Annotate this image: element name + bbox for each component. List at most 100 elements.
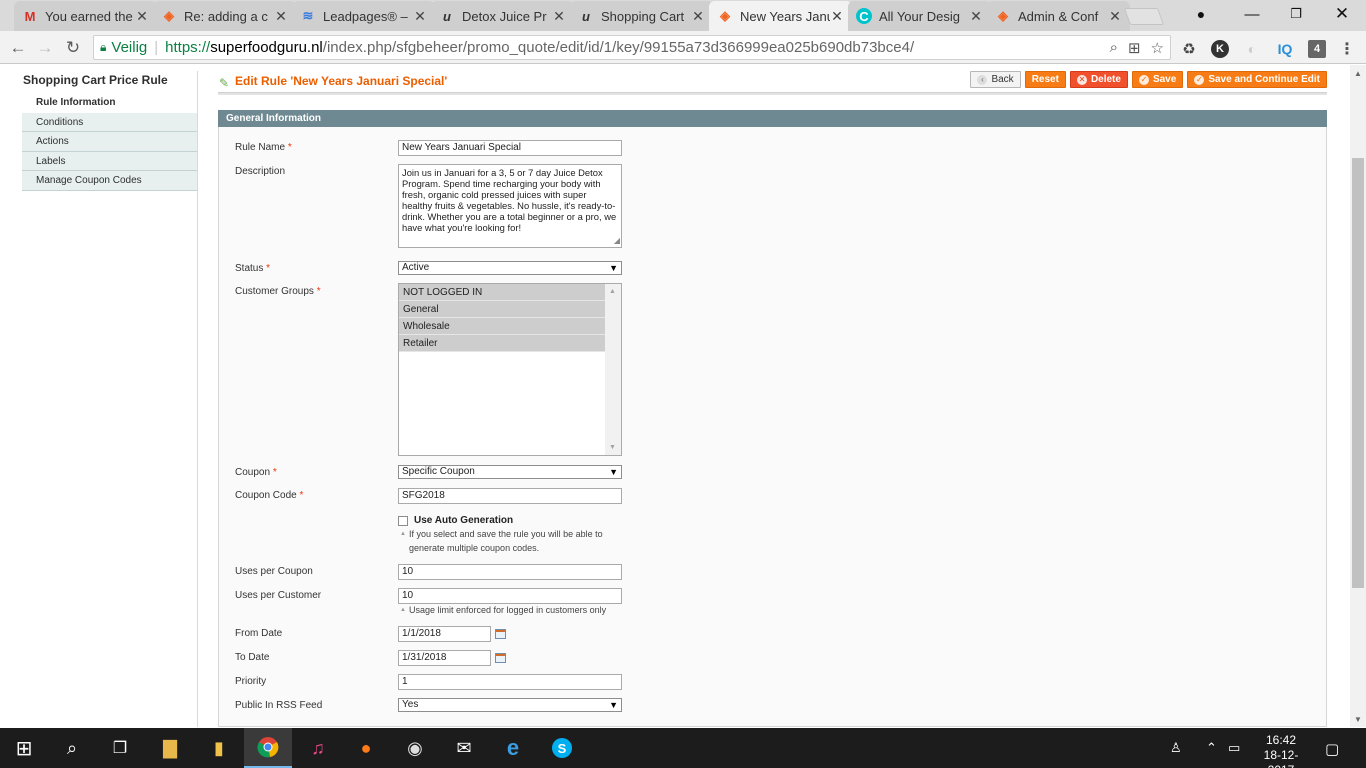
translate-icon[interactable]: ⊞ (1128, 39, 1141, 57)
recycle-icon[interactable]: ♻ (1180, 40, 1198, 58)
firefox-icon[interactable]: ● (342, 728, 390, 768)
zoom-icon[interactable]: ⌕ (1110, 39, 1118, 57)
webcam-icon[interactable]: ◉ (391, 728, 439, 768)
customer-group-option[interactable]: Wholesale (399, 318, 605, 335)
scroll-down-icon[interactable]: ▼ (1350, 711, 1366, 727)
customer-group-option[interactable]: NOT LOGGED IN (399, 284, 605, 301)
reload-icon[interactable]: ↻ (62, 37, 84, 59)
multiselect-scrollbar[interactable]: ▲ ▼ (605, 284, 621, 455)
tab-new-years[interactable]: ◈ New Years Janu ✕ (709, 1, 852, 31)
restore-icon[interactable]: ❐ (1274, 0, 1318, 28)
file-explorer-icon[interactable]: ▇ (146, 728, 194, 768)
scroll-down-icon[interactable]: ▼ (609, 444, 616, 451)
description-textarea[interactable]: Join us in Januari for a 3, 5 or 7 day J… (398, 164, 622, 248)
coupon-code-input[interactable]: SFG2018 (398, 488, 622, 504)
delete-button[interactable]: ✕ Delete (1069, 71, 1128, 88)
tab-leadpages[interactable]: ≋ Leadpages® – ✕ (292, 1, 435, 31)
tab-canva[interactable]: C All Your Desig ✕ (848, 1, 991, 31)
magento-icon: ◈ (720, 8, 730, 23)
uses-per-coupon-input[interactable]: 10 (398, 564, 622, 580)
minimize-icon[interactable]: — (1230, 0, 1274, 28)
page-scrollbar[interactable]: ▲ ▼ (1350, 65, 1366, 727)
scroll-up-icon[interactable]: ▲ (1350, 65, 1366, 81)
profile-icon[interactable]: ● (1179, 0, 1223, 28)
magento-icon: ◈ (164, 8, 174, 23)
rule-name-input[interactable]: New Years Januari Special (398, 140, 622, 156)
uses-per-customer-label: Uses per Customer (235, 590, 322, 601)
close-tab-icon[interactable]: ✕ (969, 8, 983, 25)
forward-arrow-icon[interactable]: → (34, 37, 56, 59)
chrome-taskbar-icon[interactable] (244, 728, 292, 768)
skype-icon[interactable]: S (538, 728, 586, 768)
tab-admin-config[interactable]: ◈ Admin & Conf ✕ (987, 1, 1130, 31)
u-icon: u (582, 8, 590, 24)
bookmark-star-icon[interactable]: ☆ (1151, 39, 1164, 57)
customer-group-option[interactable]: General (399, 301, 605, 318)
scroll-up-icon[interactable]: ▲ (609, 288, 616, 295)
sidebar-item-actions[interactable]: Actions (22, 132, 198, 152)
tab-detox-juice[interactable]: u Detox Juice Pr ✕ (431, 1, 574, 31)
file-icon[interactable]: ▮ (195, 728, 243, 768)
status-label: Status * (235, 263, 271, 274)
back-arrow-icon[interactable]: ← (7, 37, 29, 59)
chevron-down-icon: ▼ (609, 263, 618, 273)
rss-feed-select[interactable]: Yes ▼ (398, 698, 622, 712)
save-button[interactable]: ✓ Save (1131, 71, 1184, 88)
back-button[interactable]: ‹ Back (970, 71, 1021, 88)
close-tab-icon[interactable]: ✕ (413, 8, 427, 25)
priority-input[interactable]: 1 (398, 674, 622, 690)
save-continue-button[interactable]: ✓ Save and Continue Edit (1187, 71, 1327, 88)
mail-icon[interactable]: ✉ (440, 728, 488, 768)
calendar-icon[interactable] (495, 629, 506, 639)
customer-groups-multiselect[interactable]: NOT LOGGED IN General Wholesale Retailer… (398, 283, 622, 456)
close-tab-icon[interactable]: ✕ (691, 8, 705, 25)
sidebar-item-manage-coupon-codes[interactable]: Manage Coupon Codes (22, 171, 198, 191)
extension-iq-icon[interactable]: IQ (1273, 40, 1297, 58)
uses-per-coupon-label: Uses per Coupon (235, 566, 313, 577)
required-marker: * (316, 286, 321, 297)
itunes-icon[interactable]: ♫ (294, 728, 342, 768)
sidebar-title: Shopping Cart Price Rule (23, 73, 168, 87)
windows-start-icon[interactable]: ⊞ (0, 728, 48, 768)
task-view-icon[interactable]: ❐ (96, 728, 144, 768)
tab-shopping-cart[interactable]: u Shopping Cart ✕ (570, 1, 713, 31)
chevron-down-icon: ▼ (609, 467, 618, 477)
calendar-icon[interactable] (495, 653, 506, 663)
tab-gmail[interactable]: M You earned the ✕ (14, 1, 157, 31)
extension-4-icon[interactable]: 4 (1308, 40, 1326, 58)
to-date-input[interactable]: 1/31/2018 (398, 650, 491, 666)
tab-magento-reply[interactable]: ◈ Re: adding a c ✕ (153, 1, 296, 31)
address-bar[interactable]: 🔒︎ Veilig | https:// superfoodguru.nl /i… (93, 35, 1171, 60)
status-select[interactable]: Active ▼ (398, 261, 622, 275)
close-window-icon[interactable]: ✕ (1320, 0, 1364, 28)
edit-pencil-icon: ✎ (219, 76, 230, 90)
chrome-menu-icon[interactable]: ⋮ (1338, 40, 1356, 58)
extension-circle-icon[interactable]: ◐ (1243, 40, 1261, 58)
sidebar-item-labels[interactable]: Labels (22, 151, 198, 171)
scrollbar-thumb[interactable] (1352, 158, 1364, 588)
close-tab-icon[interactable]: ✕ (830, 8, 844, 25)
new-tab-button[interactable] (1123, 8, 1165, 25)
internet-explorer-icon[interactable]: e (489, 728, 537, 768)
from-date-input[interactable]: 1/1/2018 (398, 626, 491, 642)
close-tab-icon[interactable]: ✕ (135, 8, 149, 25)
close-tab-icon[interactable]: ✕ (1108, 8, 1122, 25)
notification-icon[interactable]: ▢ (1325, 740, 1339, 758)
use-auto-generation-checkbox[interactable] (398, 516, 408, 526)
battery-icon[interactable]: ▭ (1228, 740, 1240, 756)
chevron-down-icon: ▼ (609, 700, 618, 710)
sidebar-item-conditions[interactable]: Conditions (22, 112, 198, 132)
resize-grip-icon[interactable]: ◢ (614, 235, 620, 246)
people-icon[interactable]: ♙ (1170, 740, 1182, 756)
search-icon[interactable]: ⌕ (48, 728, 96, 768)
sidebar-item-rule-information[interactable]: Rule Information (22, 93, 198, 113)
coupon-select[interactable]: Specific Coupon ▼ (398, 465, 622, 479)
close-tab-icon[interactable]: ✕ (274, 8, 288, 25)
taskbar-clock[interactable]: 16:42 18-12-2017 (1251, 733, 1311, 768)
customer-group-option[interactable]: Retailer (399, 335, 605, 352)
extension-k-icon[interactable]: K (1211, 40, 1229, 58)
uses-per-customer-input[interactable]: 10 (398, 588, 622, 604)
reset-button[interactable]: Reset (1024, 71, 1066, 88)
close-tab-icon[interactable]: ✕ (552, 8, 566, 25)
tray-chevron-up-icon[interactable]: ⌃ (1206, 740, 1217, 756)
